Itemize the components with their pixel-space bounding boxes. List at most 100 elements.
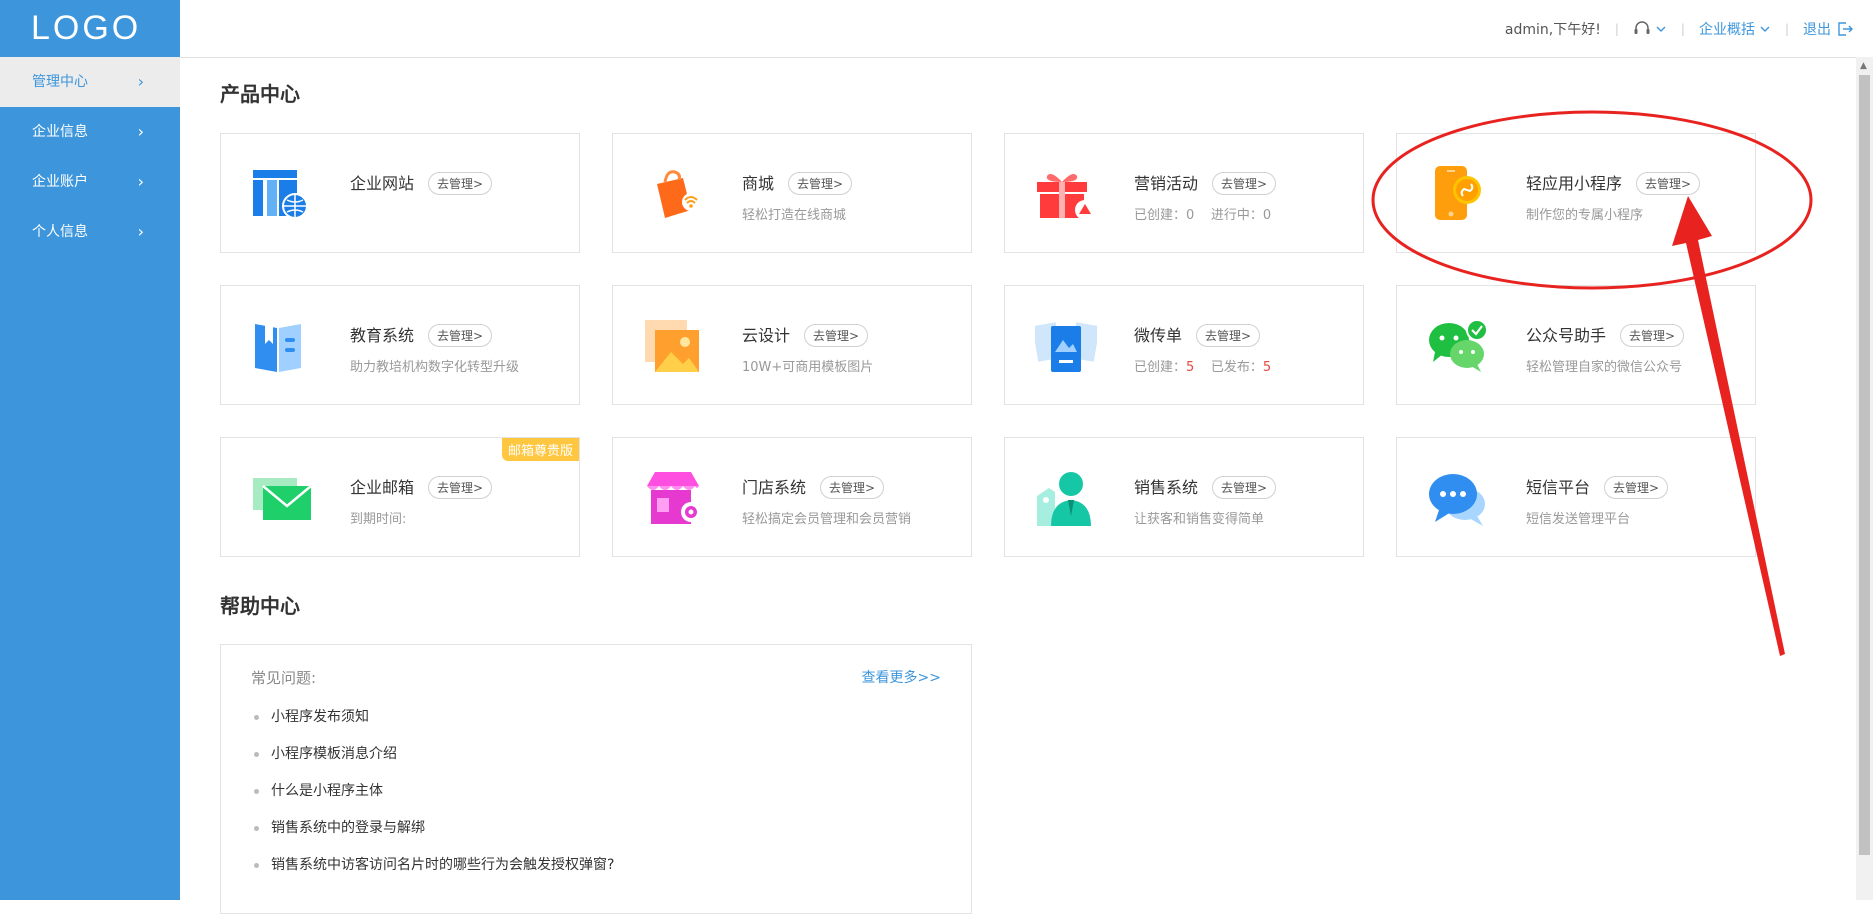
overview-label: 企业概括: [1698, 21, 1755, 38]
product-card-website[interactable]: 企业网站 去管理>: [220, 133, 580, 253]
product-name: 云设计: [742, 326, 791, 345]
published-label: 已发布：: [1210, 360, 1263, 375]
product-desc: 10W+可商用模板图片: [742, 360, 874, 375]
product-name: 营销活动: [1134, 174, 1199, 193]
product-stats: 已创建：0 进行中：0: [1134, 204, 1271, 223]
product-name: 短信平台: [1526, 478, 1591, 497]
shopping-bag-icon: [657, 170, 700, 218]
manage-button[interactable]: 去管理>: [788, 172, 853, 195]
product-card-micro-flyer[interactable]: 微传单 去管理> 已创建：5 已发布：5: [1004, 285, 1364, 405]
running-count: 0: [1262, 208, 1272, 223]
manage-button[interactable]: 去管理>: [428, 476, 493, 499]
product-desc: 轻松打造在线商城: [742, 208, 847, 223]
manage-button[interactable]: 去管理>: [804, 324, 869, 347]
chevron-right-icon: ›: [137, 222, 144, 241]
support-menu[interactable]: [1633, 20, 1667, 37]
store-icon: [647, 472, 701, 524]
product-desc: 助力教培机构数字化转型升级: [350, 360, 520, 375]
manage-button[interactable]: 去管理>: [1212, 172, 1277, 195]
logout-button[interactable]: 退出: [1803, 19, 1853, 39]
book-icon: [255, 324, 301, 372]
faq-title: 常见问题:: [251, 669, 317, 687]
manage-button[interactable]: 去管理>: [428, 172, 493, 195]
faq-item[interactable]: 小程序模板消息介绍: [251, 744, 614, 781]
manage-button[interactable]: 去管理>: [1636, 172, 1701, 195]
logout-label: 退出: [1803, 21, 1831, 38]
product-card-sms-platform[interactable]: 短信平台 去管理> 短信发送管理平台: [1396, 437, 1756, 557]
sidebar-item-company-info[interactable]: 企业信息 ›: [0, 107, 180, 157]
product-card-sales-system[interactable]: 销售系统 去管理> 让获客和销售变得简单: [1004, 437, 1364, 557]
divider: |: [1680, 21, 1685, 36]
manage-button[interactable]: 去管理>: [1604, 476, 1669, 499]
product-desc: 制作您的专属小程序: [1526, 208, 1644, 223]
faq-item[interactable]: 小程序发布须知: [251, 707, 614, 744]
running-label: 进行中：: [1210, 208, 1263, 223]
product-desc: 短信发送管理平台: [1526, 512, 1631, 527]
created-count: 5: [1186, 360, 1195, 375]
greeting: admin,下午好!: [1504, 21, 1601, 38]
product-name: 企业邮箱: [350, 478, 415, 497]
gift-icon: [1037, 174, 1095, 220]
chevron-right-icon: ›: [137, 172, 144, 191]
product-card-mall[interactable]: 商城 去管理> 轻松打造在线商城: [612, 133, 972, 253]
product-name: 企业网站: [350, 174, 415, 193]
faq-item[interactable]: 销售系统中访客访问名片时的哪些行为会触发授权弹窗?: [251, 855, 614, 892]
top-header: admin,下午好! | | 企业概括 | 退出: [180, 0, 1873, 58]
product-name: 公众号助手: [1526, 326, 1607, 345]
product-desc: 让获客和销售变得简单: [1134, 512, 1265, 527]
created-label: 已创建：: [1134, 360, 1187, 375]
sidebar-item-personal-info[interactable]: 个人信息 ›: [0, 207, 180, 257]
product-desc: 轻松搞定会员管理和会员营销: [742, 512, 912, 527]
sidebar-item-label: 个人信息: [32, 224, 88, 240]
product-stats: 已创建：5 已发布：5: [1134, 356, 1271, 375]
created-label: 已创建：: [1134, 208, 1187, 223]
product-name: 门店系统: [742, 478, 807, 497]
logout-icon: [1838, 21, 1853, 36]
product-name: 销售系统: [1134, 478, 1199, 497]
product-card-store-system[interactable]: 门店系统 去管理> 轻松搞定会员管理和会员营销: [612, 437, 972, 557]
product-name: 轻应用小程序: [1526, 174, 1623, 193]
salesperson-icon: [1037, 472, 1091, 526]
website-icon: [253, 170, 308, 219]
chat-bubble-icon: [1429, 474, 1485, 526]
manage-button[interactable]: 去管理>: [428, 324, 493, 347]
faq-panel: 常见问题: 查看更多>> 小程序发布须知 小程序模板消息介绍 什么是小程序主体 …: [220, 644, 972, 914]
chevron-down-icon: [1656, 26, 1666, 32]
divider: |: [1784, 21, 1789, 36]
expiry-label: 到期时间:: [350, 512, 407, 527]
faq-item[interactable]: 什么是小程序主体: [251, 781, 614, 818]
product-card-official-account[interactable]: 公众号助手 去管理> 轻松管理自家的微信公众号: [1396, 285, 1756, 405]
product-desc: 轻松管理自家的微信公众号: [1526, 360, 1683, 375]
scroll-thumb[interactable]: [1859, 75, 1870, 855]
vertical-scrollbar[interactable]: ▲: [1856, 57, 1873, 900]
overview-menu[interactable]: 企业概括: [1699, 19, 1771, 39]
sidebar: LOGO 管理中心 › 企业信息 › 企业账户 › 个人信息 ›: [0, 0, 180, 900]
product-card-education[interactable]: 教育系统 去管理> 助力教培机构数字化转型升级: [220, 285, 580, 405]
published-count: 5: [1262, 360, 1272, 375]
chevron-right-icon: ›: [137, 72, 144, 91]
product-center-title: 产品中心: [220, 82, 300, 106]
created-count: 0: [1186, 208, 1195, 223]
help-center-title: 帮助中心: [220, 594, 300, 618]
product-card-cloud-design[interactable]: 云设计 去管理> 10W+可商用模板图片: [612, 285, 972, 405]
scroll-up-icon[interactable]: ▲: [1860, 61, 1867, 71]
sidebar-item-label: 企业信息: [32, 124, 88, 140]
manage-button[interactable]: 去管理>: [1620, 324, 1685, 347]
product-name: 微传单: [1134, 326, 1183, 345]
mail-icon: [253, 478, 312, 520]
product-card-marketing[interactable]: 营销活动 去管理> 已创建：0 进行中：0: [1004, 133, 1364, 253]
view-more-link[interactable]: 查看更多>>: [862, 667, 941, 687]
manage-button[interactable]: 去管理>: [1212, 476, 1277, 499]
annotation-arrow: [1672, 196, 1785, 656]
flyer-icon: [1035, 322, 1097, 372]
manage-button[interactable]: 去管理>: [1196, 324, 1261, 347]
premium-badge: 邮箱尊贵版: [501, 438, 579, 461]
chevron-down-icon: [1760, 26, 1770, 32]
product-card-mini-program[interactable]: 轻应用小程序 去管理> 制作您的专属小程序: [1396, 133, 1756, 253]
manage-button[interactable]: 去管理>: [820, 476, 885, 499]
sidebar-item-company-account[interactable]: 企业账户 ›: [0, 157, 180, 207]
faq-item[interactable]: 销售系统中的登录与解绑: [251, 818, 614, 855]
logo: LOGO: [31, 9, 142, 47]
sidebar-item-management[interactable]: 管理中心 ›: [0, 57, 180, 107]
product-card-enterprise-mail[interactable]: 邮箱尊贵版 企业邮箱 去管理> 到期时间:: [220, 437, 580, 557]
